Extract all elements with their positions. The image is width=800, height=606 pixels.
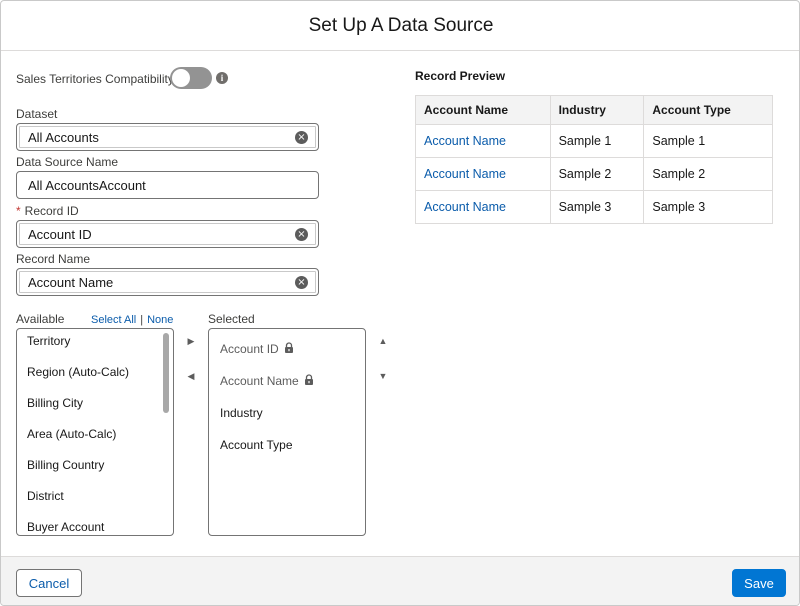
- account-name-link[interactable]: Account Name: [415, 124, 551, 158]
- lock-icon: [303, 370, 315, 394]
- table-cell: Sample 3: [549, 190, 645, 224]
- data-source-name-input[interactable]: All AccountsAccount: [16, 171, 319, 199]
- data-source-name-value: All AccountsAccount: [28, 178, 146, 193]
- clear-icon[interactable]: ×: [295, 276, 308, 289]
- record-id-combobox[interactable]: Account ID ×: [16, 220, 319, 248]
- column-header: Account Name: [415, 95, 551, 125]
- select-links: Select All | None: [91, 314, 173, 326]
- modal-title: Set Up A Data Source: [308, 14, 494, 36]
- list-item[interactable]: Account Type: [209, 433, 365, 465]
- table-row: Account Name Sample 1 Sample 1: [415, 124, 773, 158]
- data-source-name-label: Data Source Name: [16, 155, 119, 169]
- link-separator: |: [140, 314, 144, 326]
- lock-icon: [283, 338, 295, 362]
- column-header: Account Type: [643, 95, 773, 125]
- list-item[interactable]: Territory: [17, 329, 173, 360]
- modal-footer: Cancel Save: [1, 556, 799, 605]
- modal-header: Set Up A Data Source: [1, 1, 799, 51]
- record-preview-table: Account Name Industry Account Type Accou…: [415, 95, 773, 224]
- toggle-knob: [172, 69, 190, 87]
- record-id-value: Account ID: [28, 227, 92, 242]
- table-row: Account Name Sample 3 Sample 3: [415, 190, 773, 224]
- selected-label: Selected: [208, 312, 255, 326]
- scrollbar-thumb[interactable]: [163, 333, 169, 413]
- list-item[interactable]: Billing Country: [17, 453, 173, 484]
- item-label: Account ID: [220, 342, 279, 356]
- account-name-link[interactable]: Account Name: [415, 157, 551, 191]
- dataset-combobox[interactable]: All Accounts ×: [16, 123, 319, 151]
- item-label: Account Name: [220, 374, 299, 388]
- account-name-link[interactable]: Account Name: [415, 190, 551, 224]
- compat-toggle[interactable]: [170, 67, 212, 89]
- dataset-value: All Accounts: [28, 130, 99, 145]
- list-item[interactable]: Area (Auto-Calc): [17, 422, 173, 453]
- record-id-label-text: Record ID: [24, 204, 79, 218]
- list-item[interactable]: Billing City: [17, 391, 173, 422]
- clear-icon[interactable]: ×: [295, 131, 308, 144]
- table-row: Account Name Sample 2 Sample 2: [415, 157, 773, 191]
- arrow-up-icon[interactable]: ▲: [376, 334, 390, 348]
- list-item[interactable]: Buyer Account: [17, 515, 173, 535]
- column-header: Industry: [549, 95, 645, 125]
- info-icon[interactable]: i: [216, 72, 228, 84]
- cancel-button[interactable]: Cancel: [16, 569, 82, 597]
- record-preview-title: Record Preview: [415, 69, 506, 83]
- table-cell: Sample 3: [643, 190, 773, 224]
- data-source-modal: Set Up A Data Source Sales Territories C…: [0, 0, 800, 606]
- arrow-down-icon[interactable]: ▼: [376, 369, 390, 383]
- save-button[interactable]: Save: [732, 569, 786, 597]
- record-name-combobox[interactable]: Account Name ×: [16, 268, 319, 296]
- record-name-label: Record Name: [16, 252, 91, 266]
- compat-label: Sales Territories Compatibility: [16, 72, 174, 86]
- list-item[interactable]: Region (Auto-Calc): [17, 360, 173, 391]
- table-cell: Sample 1: [549, 124, 645, 158]
- selected-listbox[interactable]: Account ID Account Name Industry Account…: [208, 328, 366, 536]
- arrow-right-icon[interactable]: ▶: [184, 334, 198, 348]
- table-header-row: Account Name Industry Account Type: [415, 95, 773, 125]
- record-name-value: Account Name: [28, 275, 114, 290]
- arrow-left-icon[interactable]: ◀: [184, 369, 198, 383]
- available-listbox[interactable]: Territory Region (Auto-Calc) Billing Cit…: [16, 328, 174, 536]
- list-item[interactable]: Account Name: [209, 369, 365, 401]
- list-item[interactable]: Account ID: [209, 337, 365, 369]
- select-none-link[interactable]: None: [147, 314, 173, 326]
- dataset-label: Dataset: [16, 107, 58, 121]
- list-item[interactable]: Industry: [209, 401, 365, 433]
- required-marker: *: [16, 204, 21, 218]
- table-cell: Sample 2: [549, 157, 645, 191]
- available-label: Available: [16, 312, 65, 326]
- select-all-link[interactable]: Select All: [91, 314, 136, 326]
- clear-icon[interactable]: ×: [295, 228, 308, 241]
- list-item[interactable]: District: [17, 484, 173, 515]
- table-cell: Sample 1: [643, 124, 773, 158]
- table-cell: Sample 2: [643, 157, 773, 191]
- record-id-label: * Record ID: [16, 204, 79, 218]
